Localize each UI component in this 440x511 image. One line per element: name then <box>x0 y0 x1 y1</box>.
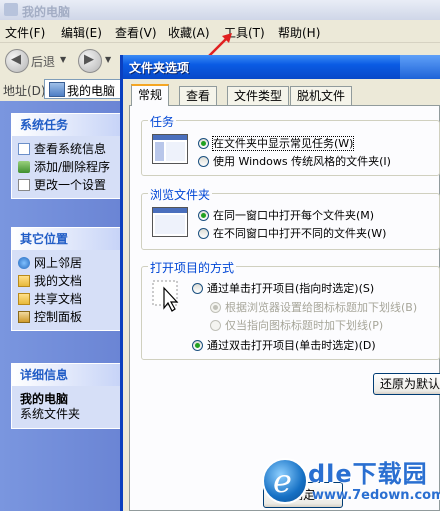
radio-label: 根据浏览器设置给图标标题加下划线(B) <box>225 301 418 314</box>
address-value: 我的电脑 <box>67 84 116 98</box>
address-label: 地址(D) <box>3 84 46 98</box>
radio-button[interactable] <box>198 138 209 149</box>
forward-arrow-icon: ▶ <box>84 52 94 67</box>
click-group-legend: 打开项目的方式 <box>148 259 237 276</box>
watermark-url: www.7edown.com <box>312 488 440 503</box>
task-pane: 系统任务 查看系统信息 添加/删除程序 更改一个设置 其它位置 网上邻居 我的文… <box>0 101 126 511</box>
settings-icon <box>18 179 30 191</box>
folder-options-dialog: 文件夹选项 常规 查看 文件类型 脱机文件 任务 在文件夹中显示常见任务(W) … <box>120 55 440 511</box>
system-tasks-title[interactable]: 系统任务 <box>12 114 122 136</box>
watermark: e dle下载园 www.7edown.com <box>260 452 440 511</box>
back-arrow-icon: ◀ <box>11 52 21 67</box>
details-box: 详细信息 我的电脑 系统文件夹 <box>11 363 123 429</box>
place-shared-documents[interactable]: 共享文档 <box>12 290 122 308</box>
tasks-preview-icon <box>152 134 188 164</box>
system-tasks-box: 系统任务 查看系统信息 添加/删除程序 更改一个设置 <box>11 113 123 199</box>
menu-favorites[interactable]: 收藏(A) <box>168 24 210 41</box>
chevron-down-icon[interactable]: ▼ <box>105 55 111 64</box>
tab-general[interactable]: 常规 <box>131 84 170 106</box>
browse-folders-group: 浏览文件夹 在同一窗口中打开每个文件夹(M) 在不同窗口中打开不同的文件夹(W) <box>141 186 440 250</box>
chevron-down-icon[interactable]: ▼ <box>60 55 66 64</box>
menu-edit[interactable]: 编辑(E) <box>61 24 102 41</box>
radio-button[interactable] <box>198 210 209 221</box>
tasks-group-legend: 任务 <box>148 113 177 130</box>
red-pointer-arrow-icon <box>208 33 232 57</box>
details-name: 我的电脑 <box>20 392 69 406</box>
radio-label: 在文件夹中显示常见任务(W) <box>211 136 355 151</box>
browse-preview-icon <box>152 207 188 237</box>
folder-icon <box>18 293 30 305</box>
watermark-text: dle下载园 <box>308 460 428 488</box>
computer-icon <box>4 3 18 16</box>
pointer-hand-icon <box>152 280 182 314</box>
background-window-title: 我的电脑 <box>22 5 71 19</box>
radio-button[interactable] <box>198 228 209 239</box>
details-title[interactable]: 详细信息 <box>12 364 122 386</box>
click-items-group: 打开项目的方式 通过单击打开项目(指向时选定)(S) 根据浏览器设置给图标标题加… <box>141 259 440 360</box>
task-view-system-info[interactable]: 查看系统信息 <box>12 140 122 158</box>
task-change-setting[interactable]: 更改一个设置 <box>12 176 122 194</box>
radio-button[interactable] <box>198 156 209 167</box>
radio-label: 使用 Windows 传统风格的文件夹(I) <box>213 155 391 168</box>
network-icon <box>18 257 30 269</box>
place-network[interactable]: 网上邻居 <box>12 254 122 272</box>
menu-help[interactable]: 帮助(H) <box>278 24 320 41</box>
dialog-title: 文件夹选项 <box>129 61 190 75</box>
radio-button[interactable] <box>192 283 203 294</box>
other-places-box: 其它位置 网上邻居 我的文档 共享文档 控制面板 <box>11 227 123 331</box>
menu-view[interactable]: 查看(V) <box>115 24 157 41</box>
computer-icon <box>49 82 65 97</box>
radio-label: 仅当指向图标标题时加下划线(P) <box>225 319 384 332</box>
programs-icon <box>18 161 30 173</box>
tab-offline-files[interactable]: 脱机文件 <box>290 86 353 105</box>
background-window-titlebar[interactable]: 我的电脑 <box>0 0 440 20</box>
tasks-group: 任务 在文件夹中显示常见任务(W) 使用 Windows 传统风格的文件夹(I) <box>141 113 440 176</box>
windows-logo-icon <box>400 55 440 79</box>
restore-defaults-button[interactable]: 还原为默认值 <box>373 373 440 395</box>
tab-view[interactable]: 查看 <box>179 86 218 105</box>
other-places-title[interactable]: 其它位置 <box>12 228 122 250</box>
back-label: 后退 <box>31 55 56 69</box>
radio-label: 在同一窗口中打开每个文件夹(M) <box>213 209 375 222</box>
folder-icon <box>18 275 30 287</box>
radio-label: 通过单击打开项目(指向时选定)(S) <box>207 282 375 295</box>
radio-label: 在不同窗口中打开不同的文件夹(W) <box>213 227 387 240</box>
radio-button[interactable] <box>210 302 221 313</box>
browse-group-legend: 浏览文件夹 <box>148 186 213 203</box>
place-my-documents[interactable]: 我的文档 <box>12 272 122 290</box>
back-button[interactable]: ◀ <box>5 49 29 73</box>
control-panel-icon <box>18 311 30 323</box>
radio-button[interactable] <box>192 340 203 351</box>
dialog-titlebar[interactable]: 文件夹选项 <box>123 55 440 79</box>
task-add-remove-programs[interactable]: 添加/删除程序 <box>12 158 122 176</box>
details-type: 系统文件夹 <box>20 407 81 421</box>
place-control-panel[interactable]: 控制面板 <box>12 308 122 326</box>
radio-button[interactable] <box>210 320 221 331</box>
info-icon <box>18 143 30 155</box>
tab-file-types[interactable]: 文件类型 <box>227 86 290 105</box>
radio-label: 通过双击打开项目(单击时选定)(D) <box>207 339 376 352</box>
forward-button[interactable]: ▶ <box>78 49 102 73</box>
menu-file[interactable]: 文件(F) <box>5 24 45 41</box>
site-logo-icon: e <box>262 458 308 504</box>
